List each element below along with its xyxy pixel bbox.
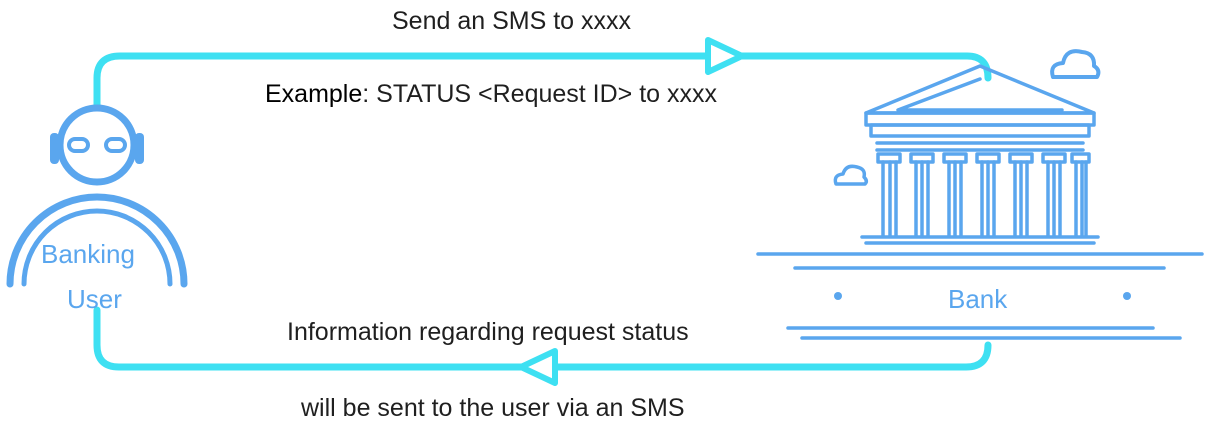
sms-flow-diagram	[6, 37, 1204, 386]
banking-user-label-line1: Banking	[41, 239, 135, 269]
send-sms-label: Send an SMS to xxxx	[392, 7, 632, 35]
banking-user-label-line2: User	[67, 284, 122, 314]
bank-columns	[876, 152, 1091, 238]
bank-dot-left	[834, 292, 842, 300]
example-line: Example: STATUS <Request ID> to xxxx	[265, 79, 717, 109]
right-arrow-icon	[705, 37, 745, 75]
example-prefix: Example	[265, 80, 363, 108]
left-arrow-icon	[518, 348, 558, 386]
bank-label: Bank	[948, 284, 1008, 314]
bank-dot-right	[1123, 292, 1131, 300]
return-info-line1: Information regarding request status	[287, 318, 689, 346]
cloud-icon	[1050, 49, 1101, 79]
example-text: : STATUS <Request ID> to xxxx	[362, 80, 718, 108]
return-info-line2: will be sent to the user via an SMS	[301, 394, 685, 422]
cloud-icon-small	[833, 164, 869, 186]
